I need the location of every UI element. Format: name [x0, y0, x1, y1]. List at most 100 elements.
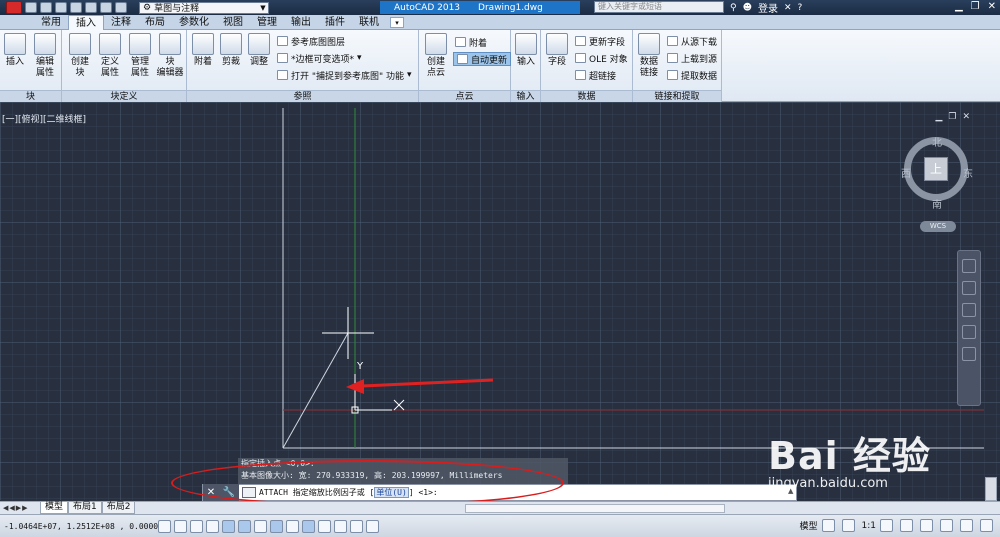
- define-attributes-button[interactable]: 定义 属性: [96, 33, 124, 79]
- data-link-button[interactable]: 数据 链接: [635, 33, 663, 79]
- quick-view-layouts-icon[interactable]: [821, 519, 835, 532]
- tab-output[interactable]: 输出: [284, 15, 318, 30]
- zoom-icon[interactable]: [962, 303, 976, 317]
- compass-west[interactable]: 西: [901, 165, 911, 180]
- osnap-icon[interactable]: [238, 519, 251, 533]
- extract-data-button[interactable]: 提取数据: [667, 69, 717, 82]
- annotation-visibility-icon[interactable]: [880, 519, 893, 532]
- orbit-icon[interactable]: [962, 325, 976, 339]
- undo-icon[interactable]: [100, 2, 112, 13]
- panel-block-title[interactable]: 块: [0, 90, 61, 102]
- tab-plugins[interactable]: 插件: [318, 15, 352, 30]
- tab-online[interactable]: 联机: [352, 15, 386, 30]
- tab-navigation-arrows[interactable]: ◀◀▶▶: [0, 504, 40, 512]
- viewport-label[interactable]: [一][俯视][二维线框]: [2, 112, 86, 125]
- wcs-menu[interactable]: WCS: [920, 221, 956, 232]
- snap-underlay-button[interactable]: 打开 "捕捉到参考底图" 功能 ▾: [277, 69, 412, 82]
- auto-scale-icon[interactable]: [900, 519, 913, 532]
- create-pointcloud-button[interactable]: 创建 点云: [422, 33, 450, 79]
- attach-button[interactable]: 附着: [189, 33, 217, 68]
- 3d-osnap-icon[interactable]: [254, 519, 267, 533]
- manage-attributes-button[interactable]: 管理 属性: [126, 33, 154, 79]
- model-space-button[interactable]: 模型: [800, 519, 818, 532]
- infer-constraints-icon[interactable]: [158, 519, 171, 533]
- tab-home[interactable]: 常用: [34, 15, 68, 30]
- snap-mode-icon[interactable]: [174, 519, 187, 533]
- hyperlink-button[interactable]: 超链接: [575, 69, 616, 82]
- tab-view[interactable]: 视图: [216, 15, 250, 30]
- panel-block-definition-title[interactable]: 块定义: [62, 90, 186, 102]
- adjust-button[interactable]: 调整: [245, 33, 273, 68]
- create-block-button[interactable]: 创建 块: [66, 33, 94, 79]
- lock-icon[interactable]: [940, 519, 953, 532]
- tab-manage[interactable]: 管理: [250, 15, 284, 30]
- tab-layout2[interactable]: 布局2: [101, 502, 136, 514]
- viewcube-top-face[interactable]: 上: [924, 157, 948, 181]
- restore-icon[interactable]: ❐: [948, 112, 956, 122]
- download-from-source-button[interactable]: 从源下载: [667, 35, 717, 48]
- open-file-icon[interactable]: [40, 2, 52, 13]
- exchange-icon[interactable]: ✕: [784, 3, 792, 13]
- save-icon[interactable]: [55, 2, 67, 13]
- close-icon[interactable]: ✕: [962, 112, 970, 122]
- minimize-icon[interactable]: ▁: [955, 1, 963, 12]
- save-as-icon[interactable]: [70, 2, 82, 13]
- binoculars-icon[interactable]: ⚲: [730, 3, 737, 13]
- compass-east[interactable]: 东: [963, 165, 973, 180]
- vertical-scrollbar[interactable]: [985, 477, 997, 501]
- import-button[interactable]: 输入: [512, 33, 540, 68]
- pan-icon[interactable]: [962, 281, 976, 295]
- field-button[interactable]: 字段: [543, 33, 571, 68]
- dyn-icon[interactable]: [302, 519, 315, 533]
- edit-attributes-button[interactable]: 编辑 属性: [31, 33, 59, 79]
- new-file-icon[interactable]: [25, 2, 37, 13]
- transparency-icon[interactable]: [334, 519, 347, 533]
- ole-object-button[interactable]: OLE 对象: [575, 52, 628, 65]
- isolate-objects-icon[interactable]: [960, 519, 973, 532]
- otrack-icon[interactable]: [270, 519, 283, 533]
- ribbon-toggle-button[interactable]: ▾: [390, 16, 404, 28]
- redo-icon[interactable]: [115, 2, 127, 13]
- upload-to-source-button[interactable]: 上载到源: [667, 52, 717, 65]
- quick-properties-icon[interactable]: [350, 519, 363, 533]
- user-icon[interactable]: ☻: [743, 3, 752, 13]
- close-icon[interactable]: ✕: [988, 1, 996, 12]
- block-editor-button[interactable]: 块 编辑器: [156, 33, 184, 79]
- auto-update-button[interactable]: 自动更新: [453, 52, 512, 66]
- tab-annotate[interactable]: 注释: [104, 15, 138, 30]
- coordinates-readout[interactable]: -1.0464E+07, 1.2512E+08 , 0.0000: [0, 522, 158, 531]
- help-icon[interactable]: ?: [798, 3, 803, 13]
- tab-parametric[interactable]: 参数化: [172, 15, 216, 30]
- panel-pointcloud-title[interactable]: 点云: [419, 90, 510, 102]
- print-icon[interactable]: [85, 2, 97, 13]
- tab-layout1[interactable]: 布局1: [68, 502, 102, 514]
- workspace-selector[interactable]: ⚙ 草图与注释 ▼: [139, 1, 269, 14]
- tab-insert[interactable]: 插入: [68, 14, 104, 30]
- showmotion-icon[interactable]: [962, 347, 976, 361]
- tab-layout[interactable]: 布局: [138, 15, 172, 30]
- login-button[interactable]: 登录: [758, 0, 778, 15]
- tab-model[interactable]: 模型: [40, 502, 69, 514]
- ducs-icon[interactable]: [286, 519, 299, 533]
- update-fields-button[interactable]: 更新字段: [575, 35, 625, 48]
- compass-north[interactable]: 北: [932, 134, 942, 149]
- annotation-scale-label[interactable]: 1:1: [862, 521, 876, 531]
- ortho-icon[interactable]: [206, 519, 219, 533]
- pointcloud-attach-button[interactable]: 附着: [455, 36, 487, 49]
- app-menu-icon[interactable]: [6, 1, 22, 14]
- horizontal-scrollbar[interactable]: [465, 503, 726, 513]
- polar-icon[interactable]: [222, 519, 235, 533]
- search-input[interactable]: 键入关键字或短语: [594, 1, 724, 13]
- minimize-icon[interactable]: ▁: [935, 112, 942, 122]
- clean-screen-icon[interactable]: [980, 519, 993, 532]
- underlay-layers-button[interactable]: 参考底图图层: [277, 35, 345, 48]
- lineweight-icon[interactable]: [318, 519, 331, 533]
- quick-view-drawings-icon[interactable]: [841, 519, 855, 532]
- restore-icon[interactable]: ❐: [971, 1, 980, 12]
- selection-cycling-icon[interactable]: [366, 519, 379, 533]
- steering-wheel-icon[interactable]: [962, 259, 976, 273]
- panel-reference-title[interactable]: 参照: [187, 90, 418, 102]
- compass-south[interactable]: 南: [932, 196, 942, 211]
- insert-block-button[interactable]: 插入: [1, 33, 29, 68]
- clip-button[interactable]: 剪裁: [217, 33, 245, 68]
